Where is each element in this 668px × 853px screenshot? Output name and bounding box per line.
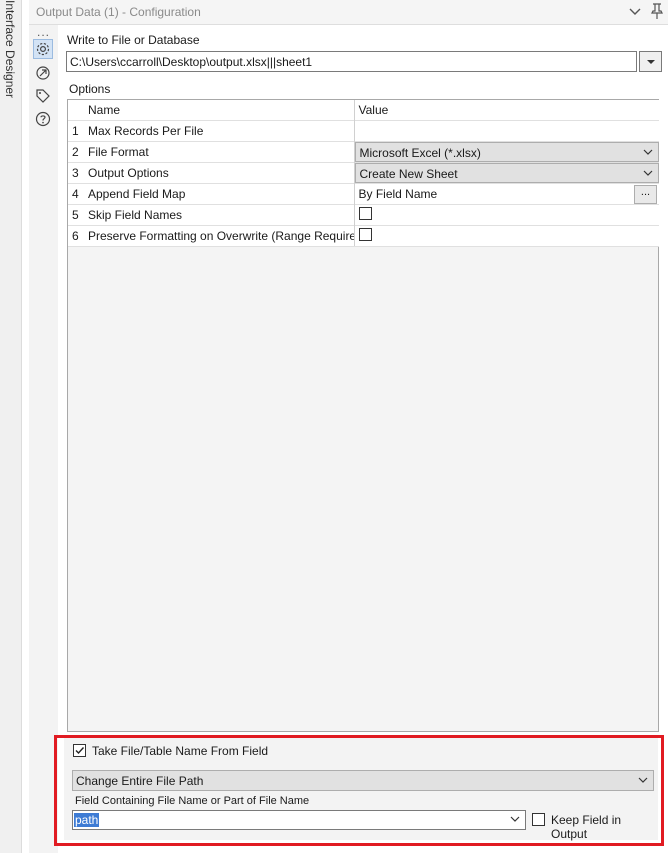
row-number: 4 [68, 182, 86, 204]
take-from-field-panel: Take File/Table Name From Field Change E… [64, 737, 658, 841]
file-format-value: Microsoft Excel (*.xlsx) [359, 145, 481, 160]
row-number: 1 [68, 119, 86, 141]
window-title: Output Data (1) - Configuration [36, 5, 201, 19]
output-options-select[interactable]: Create New Sheet [354, 163, 659, 183]
row-number: 3 [68, 161, 86, 183]
caret-down-icon [647, 60, 655, 64]
field-containing-label: Field Containing File Name or Part of Fi… [75, 795, 310, 807]
option-row-output-options: 3 Output Options Create New Sheet [68, 161, 659, 183]
output-path-dropdown-button[interactable] [639, 51, 662, 72]
options-grid: Name Value 1 Max Records Per File 2 File… [67, 99, 659, 732]
row-number: 2 [68, 140, 86, 162]
option-name: Skip Field Names [86, 203, 355, 225]
output-path-input[interactable]: C:\Users\ccarroll\Desktop\output.xlsx|||… [66, 51, 637, 72]
keep-field-label: Keep Field in Output [551, 813, 622, 841]
write-to-label: Write to File or Database [67, 33, 200, 47]
chevron-down-icon [510, 816, 520, 822]
append-field-map-browse-button[interactable]: ... [634, 184, 657, 204]
option-name: Preserve Formatting on Overwrite (Range … [86, 224, 355, 247]
option-name: Append Field Map [86, 182, 355, 204]
option-row-preserve-formatting: 6 Preserve Formatting on Overwrite (Rang… [68, 224, 659, 247]
icon-rail: ... [29, 25, 58, 853]
grid-header-row: Name Value [68, 100, 659, 120]
tag-icon[interactable] [34, 87, 52, 105]
option-row-skip-field-names: 5 Skip Field Names [68, 203, 659, 225]
column-header-value: Value [358, 102, 389, 117]
help-icon[interactable] [34, 110, 52, 128]
keep-field-checkbox[interactable] [532, 813, 545, 826]
output-options-value: Create New Sheet [359, 166, 458, 181]
chevron-down-icon [643, 149, 653, 155]
column-header-name: Name [86, 100, 355, 120]
option-name: File Format [86, 140, 355, 162]
row-number: 6 [68, 224, 86, 247]
max-records-input[interactable] [354, 119, 659, 141]
take-from-field-checkbox[interactable] [73, 744, 86, 757]
option-row-append-field-map: 4 Append Field Map By Field Name ... [68, 182, 659, 204]
chevron-down-icon[interactable] [627, 2, 643, 20]
pin-icon[interactable] [649, 2, 665, 20]
options-label: Options [69, 82, 111, 96]
chevron-down-icon [638, 777, 648, 783]
file-format-select[interactable]: Microsoft Excel (*.xlsx) [354, 142, 659, 162]
option-name: Max Records Per File [86, 119, 355, 141]
checkmark-icon [75, 747, 85, 755]
option-name: Output Options [86, 161, 355, 183]
gear-icon[interactable] [33, 39, 53, 59]
field-name-value: path [74, 813, 100, 827]
arrow-cycle-icon[interactable] [34, 64, 52, 82]
file-path-mode-select[interactable]: Change Entire File Path [72, 770, 654, 791]
chevron-down-icon [643, 170, 653, 176]
side-panel-label: Interface Designer [3, 0, 17, 99]
file-path-mode-value: Change Entire File Path [76, 774, 204, 788]
preserve-formatting-checkbox[interactable] [358, 227, 372, 241]
skip-field-names-checkbox[interactable] [358, 206, 372, 220]
side-panel-tab[interactable]: Interface Designer [0, 0, 22, 853]
rail-overflow[interactable]: ... [37, 25, 50, 39]
option-row-max-records: 1 Max Records Per File [68, 119, 659, 141]
option-row-file-format: 2 File Format Microsoft Excel (*.xlsx) [68, 140, 659, 162]
append-field-map-value: By Field Name [358, 186, 438, 201]
take-from-field-label: Take File/Table Name From Field [92, 744, 269, 758]
window-titlebar: Output Data (1) - Configuration [29, 0, 668, 25]
row-number: 5 [68, 203, 86, 225]
field-name-select[interactable]: path [72, 810, 526, 830]
